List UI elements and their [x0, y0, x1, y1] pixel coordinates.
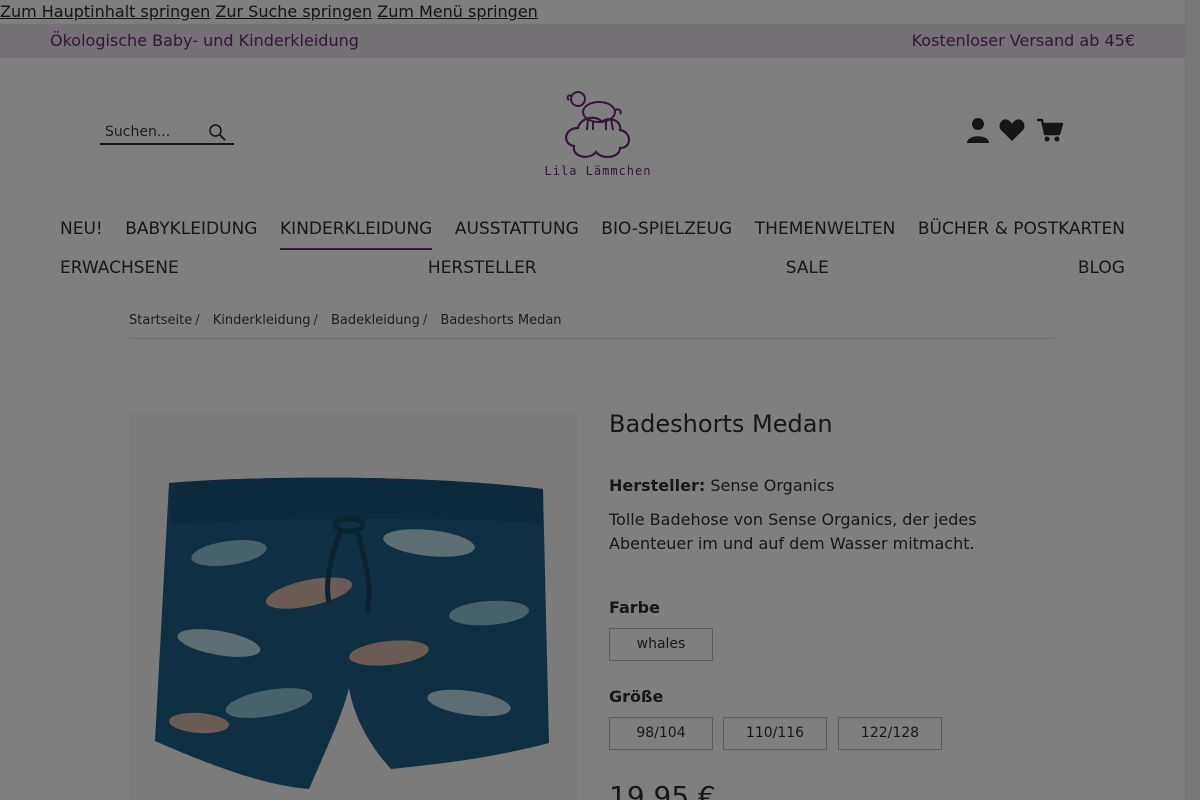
nav-item-babykleidung[interactable]: BABYKLEIDUNG	[125, 218, 257, 250]
shipping-notice: Kostenloser Versand ab 45€	[911, 31, 1135, 50]
size-option-98-104[interactable]: 98/104	[609, 717, 713, 750]
nav-item-erwachsene[interactable]: ERWACHSENE	[60, 257, 179, 289]
color-label: Farbe	[609, 598, 660, 617]
search-box	[100, 121, 234, 145]
lamb-logo-icon	[565, 91, 631, 158]
breadcrumb-separator: /	[313, 313, 318, 328]
nav-item-kinderkleidung[interactable]: KINDERKLEIDUNG	[280, 218, 433, 250]
breadcrumb-separator: /	[195, 313, 200, 328]
page-scrollbar[interactable]	[1185, 0, 1200, 800]
manufacturer-line: Hersteller: Sense Organics	[609, 476, 834, 495]
breadcrumb-current: Badeshorts Medan	[440, 313, 562, 328]
skip-links: Zum Hauptinhalt springen Zur Suche sprin…	[0, 0, 538, 24]
nav-item-buecher-postkarten[interactable]: BÜCHER & POSTKARTEN	[918, 218, 1125, 250]
nav-item-hersteller[interactable]: HERSTELLER	[428, 257, 537, 289]
search-icon[interactable]	[208, 123, 226, 141]
manufacturer-label: Hersteller:	[609, 476, 706, 495]
nav-item-themenwelten[interactable]: THEMENWELTEN	[755, 218, 896, 250]
nav-item-sale[interactable]: SALE	[786, 257, 829, 289]
nav-item-ausstattung[interactable]: AUSSTATTUNG	[455, 218, 579, 250]
nav-item-blog[interactable]: BLOG	[1078, 257, 1125, 289]
skip-to-main-link[interactable]: Zum Hauptinhalt springen	[0, 2, 210, 21]
user-icon[interactable]	[964, 116, 992, 144]
product-image[interactable]	[129, 413, 577, 800]
cart-icon[interactable]	[1036, 116, 1064, 144]
nav-item-bio-spielzeug[interactable]: BIO-SPIELZEUG	[601, 218, 732, 250]
promo-bar: Ökologische Baby- und Kinderkleidung Kos…	[0, 24, 1185, 58]
manufacturer-link[interactable]: Sense Organics	[710, 476, 834, 495]
size-option-110-116[interactable]: 110/116	[723, 717, 827, 750]
breadcrumb: Startseite / Kinderkleidung / Badekleidung…	[129, 313, 1055, 339]
product-description: Tolle Badehose von Sense Organics, der j…	[609, 510, 977, 553]
breadcrumb-item[interactable]: Startseite	[129, 313, 192, 328]
product-price: 19,95 €	[609, 780, 716, 800]
site-logo[interactable]: Lila Lämmchen	[540, 86, 656, 182]
search-input[interactable]	[100, 121, 200, 143]
heart-icon[interactable]	[998, 116, 1026, 144]
skip-to-menu-link[interactable]: Zum Menü springen	[377, 2, 538, 21]
color-option-whales[interactable]: whales	[609, 628, 713, 661]
size-label: Größe	[609, 687, 664, 706]
skip-to-search-link[interactable]: Zur Suche springen	[215, 2, 372, 21]
breadcrumb-item[interactable]: Badekleidung	[331, 313, 420, 328]
promo-tagline: Ökologische Baby- und Kinderkleidung	[50, 31, 359, 50]
breadcrumb-item[interactable]: Kinderkleidung	[213, 313, 311, 328]
product-title: Badeshorts Medan	[609, 410, 833, 438]
nav-item-neu[interactable]: NEU!	[60, 218, 103, 250]
size-option-122-128[interactable]: 122/128	[838, 717, 942, 750]
logo-wordmark: Lila Lämmchen	[544, 164, 652, 178]
swim-shorts-picture	[155, 477, 549, 789]
breadcrumb-separator: /	[422, 313, 428, 328]
product-details: Badeshorts Medan Hersteller: Sense Organ…	[609, 410, 1049, 800]
